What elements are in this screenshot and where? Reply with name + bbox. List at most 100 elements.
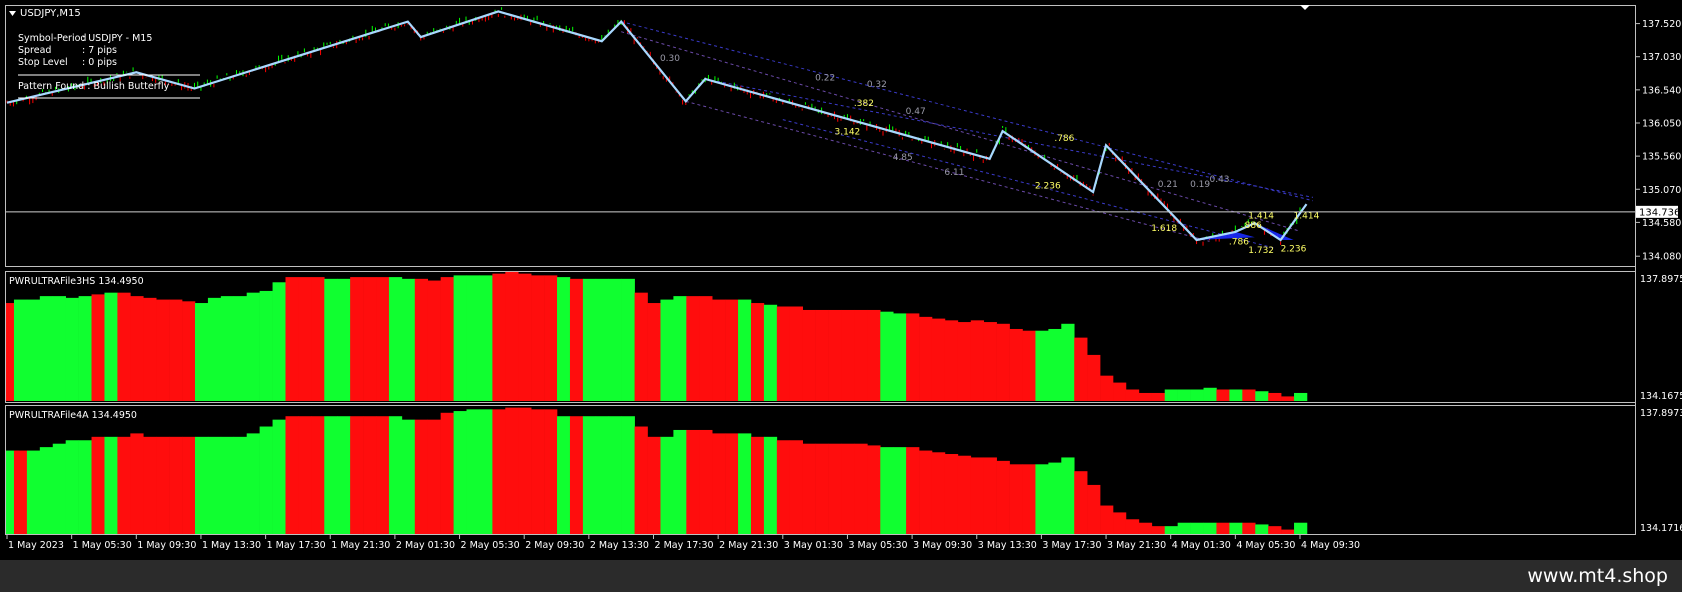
- shift-marker-icon[interactable]: [1300, 5, 1310, 10]
- histogram-bar: [544, 275, 558, 401]
- histogram-bar: [802, 443, 816, 534]
- indicator1-title: PWRULTRAFile3HS 134.4950: [9, 276, 144, 287]
- histogram-bar: [363, 277, 377, 401]
- fib-ratio-labels: 0.30 0.22 0.32 .382 0.47 3.142 4.85 6.11 .786 2.2…: [660, 54, 1320, 256]
- histogram-bar: [1229, 389, 1243, 401]
- histogram-bar: [725, 433, 739, 534]
- histogram-bar: [970, 457, 985, 534]
- histogram-bar: [117, 436, 131, 534]
- time-tick-label: 2 May 17:30: [655, 540, 714, 551]
- histogram-bar: [453, 275, 467, 401]
- histogram-bar: [130, 296, 144, 401]
- histogram-bar: [531, 275, 545, 401]
- histogram-bar: [763, 304, 778, 401]
- histogram-bar: [1177, 522, 1191, 534]
- time-tick-label: 3 May 05:30: [848, 540, 907, 551]
- histogram-bar: [91, 436, 105, 534]
- histogram-bar: [557, 416, 571, 534]
- histogram-bar: [1242, 522, 1256, 534]
- info-label: Spread: [18, 45, 51, 56]
- histogram-bar: [26, 450, 41, 534]
- pattern-found-label: Pattern Found : Bullish Butterfly: [18, 81, 170, 92]
- histogram-bar: [750, 303, 765, 401]
- time-tick-label: 4 May 09:30: [1301, 540, 1360, 551]
- histogram-bar: [285, 416, 299, 534]
- histogram-bar: [867, 445, 881, 534]
- histogram-bar: [466, 275, 480, 401]
- histogram-bar: [311, 416, 325, 534]
- histogram-bar: [1035, 464, 1049, 534]
- histogram-bar: [156, 436, 170, 534]
- histogram-bar: [505, 271, 519, 401]
- histogram-bar: [479, 409, 493, 534]
- histogram-bar: [518, 273, 532, 401]
- histogram-bar: [595, 416, 610, 534]
- histogram-bar: [143, 297, 157, 401]
- info-value: : USDJPY - M15: [82, 33, 152, 44]
- fib-ratio-label: .382: [854, 99, 874, 109]
- histogram-bar: [246, 292, 260, 401]
- histogram-bar: [906, 447, 920, 534]
- window-menu-arrow-icon[interactable]: [9, 11, 16, 16]
- symbol-title: USDJPY,M15: [20, 8, 81, 19]
- info-value: : 7 pips: [82, 45, 117, 56]
- histogram-bar: [738, 433, 752, 534]
- histogram-bar: [1125, 519, 1140, 534]
- histogram-bar: [1229, 522, 1243, 534]
- histogram-bar: [388, 277, 403, 401]
- histogram-bar: [414, 419, 429, 534]
- histogram-bar: [272, 419, 286, 534]
- histogram-bar: [789, 440, 803, 534]
- info-value: : 0 pips: [82, 57, 117, 68]
- histogram-bar: [815, 309, 829, 401]
- price-tick-label: 135.070: [1642, 185, 1681, 196]
- info-panel: Symbol-Period : USDJPY - M15 Spread : 7 …: [18, 33, 200, 99]
- histogram-bar: [750, 436, 765, 534]
- time-tick-label: 1 May 09:30: [137, 540, 196, 551]
- histogram-bar: [401, 278, 416, 401]
- histogram-bar: [1074, 471, 1088, 534]
- histogram-bar: [919, 316, 933, 401]
- histogram-bar: [944, 320, 959, 401]
- histogram-bar: [492, 409, 506, 534]
- histogram-bar: [776, 306, 791, 401]
- time-tick-label: 2 May 09:30: [525, 540, 584, 551]
- fib-ratio-label: 6.11: [944, 168, 964, 178]
- histogram-bar: [220, 436, 235, 534]
- info-label: Symbol-Period: [18, 33, 86, 44]
- time-tick-label: 1 May 2023: [8, 540, 64, 551]
- histogram-bar: [337, 278, 351, 401]
- histogram-bar: [931, 318, 946, 401]
- histogram-bar: [880, 447, 894, 534]
- fib-ratio-label: 1.414: [1294, 211, 1320, 221]
- histogram-bar: [725, 299, 739, 401]
- fib-ratio-label: 0.30: [660, 54, 680, 64]
- histogram-bar: [1022, 330, 1036, 401]
- histogram-bar: [505, 407, 519, 534]
- histogram-bar: [453, 411, 467, 534]
- time-tick-label: 2 May 01:30: [396, 540, 455, 551]
- histogram-bar: [104, 292, 118, 401]
- histogram-bar: [776, 440, 791, 534]
- histogram-bar: [337, 416, 351, 534]
- histogram-bar: [1061, 323, 1075, 401]
- histogram-bar: [1255, 391, 1269, 401]
- histogram-bar: [1138, 522, 1153, 534]
- histogram-bar: [1203, 387, 1217, 401]
- fib-ratio-label: 2.236: [1035, 182, 1061, 192]
- histogram-bar: [427, 280, 441, 401]
- indicator2-title: PWRULTRAFile4A 134.4950: [9, 410, 137, 421]
- histogram-bar: [1087, 484, 1101, 534]
- histogram-bar: [298, 277, 312, 401]
- histogram-bar: [582, 278, 597, 401]
- histogram-bar: [970, 320, 985, 401]
- time-axis: 1 May 2023 1 May 05:30 1 May 09:30 1 May 13…: [6, 535, 1360, 551]
- histogram-bar: [841, 309, 855, 401]
- channel-line: [621, 31, 1301, 232]
- histogram-bar: [699, 429, 713, 534]
- histogram-bar: [931, 452, 946, 534]
- footer-bar: [0, 560, 1682, 592]
- histogram-bar: [1203, 522, 1217, 534]
- histogram-bar: [647, 436, 661, 534]
- price-tick-label: 134.080: [1642, 252, 1681, 263]
